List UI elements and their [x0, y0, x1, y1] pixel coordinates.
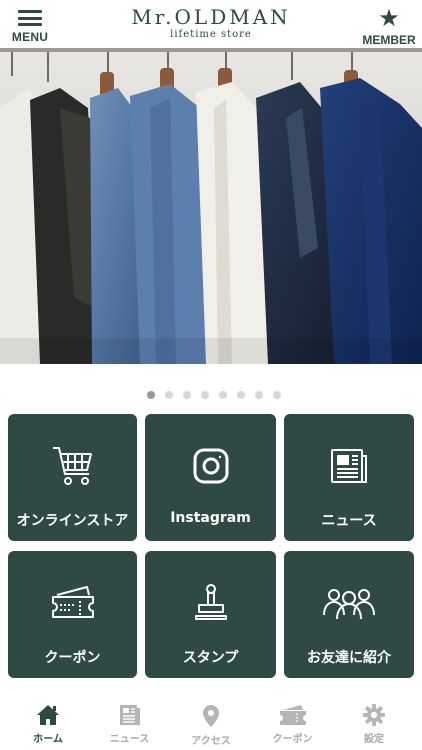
- tile-instagram[interactable]: Instagram: [145, 414, 276, 541]
- stamp-icon: [193, 581, 229, 625]
- carousel-dot[interactable]: [183, 391, 191, 399]
- hero-carousel-image[interactable]: [0, 48, 422, 364]
- tab-coupon[interactable]: クーポン: [253, 697, 333, 750]
- news-icon: [119, 705, 140, 725]
- tile-label: Instagram: [170, 510, 251, 526]
- member-button[interactable]: ★ MEMBER: [362, 6, 416, 47]
- tab-label: ホーム: [33, 734, 63, 745]
- carousel-dot[interactable]: [201, 391, 209, 399]
- tile-news[interactable]: ニュース: [284, 414, 414, 541]
- cart-icon: [51, 444, 95, 488]
- tab-label: アクセス: [191, 736, 231, 747]
- tab-news[interactable]: ニュース: [90, 697, 170, 750]
- carousel-dot[interactable]: [147, 391, 155, 399]
- tab-label: 設定: [364, 734, 384, 745]
- app-header: MENU Mr.OLDMAN lifetime store ★ MEMBER: [0, 0, 422, 48]
- coupon-icon: [279, 705, 306, 725]
- carousel-dot[interactable]: [255, 391, 263, 399]
- carousel-indicator[interactable]: [0, 391, 422, 399]
- tile-label: ニュース: [321, 513, 377, 529]
- tab-access[interactable]: アクセス: [171, 697, 251, 750]
- carousel-dot[interactable]: [273, 391, 281, 399]
- menu-tile-grid: オンラインストア Instagram ニュース クーポン スタンプ お友達に紹介: [8, 414, 414, 678]
- friends-icon: [322, 581, 376, 625]
- tile-label: クーポン: [44, 650, 101, 666]
- tab-label: ニュース: [109, 734, 150, 745]
- carousel-dot[interactable]: [219, 391, 227, 399]
- tile-invite-friends[interactable]: お友達に紹介: [284, 551, 414, 678]
- ticket-icon: [51, 581, 95, 625]
- carousel-dot[interactable]: [237, 391, 245, 399]
- tab-label: クーポン: [272, 734, 313, 745]
- newspaper-icon: [330, 444, 368, 488]
- brand-logo: Mr.OLDMAN lifetime store: [0, 6, 422, 40]
- tile-coupon[interactable]: クーポン: [8, 551, 137, 678]
- star-icon: ★: [378, 4, 400, 32]
- tile-online-store[interactable]: オンラインストア: [8, 414, 137, 541]
- location-icon: [203, 705, 219, 727]
- gear-icon: [363, 704, 385, 726]
- bottom-tab-bar: ホーム ニュース アクセス クーポン 設定: [0, 697, 422, 750]
- hanging-shirts-image: [0, 48, 422, 364]
- home-icon: [37, 705, 59, 725]
- brand-name: Mr.OLDMAN: [131, 5, 291, 29]
- instagram-icon: [193, 444, 229, 488]
- brand-tagline: lifetime store: [170, 29, 252, 40]
- tab-home[interactable]: ホーム: [8, 697, 88, 750]
- tile-label: スタンプ: [182, 650, 239, 666]
- member-label: MEMBER: [362, 33, 416, 47]
- tile-label: オンラインストア: [16, 513, 129, 529]
- carousel-dot[interactable]: [165, 391, 173, 399]
- tile-label: お友達に紹介: [307, 650, 391, 666]
- tab-settings[interactable]: 設定: [334, 697, 414, 750]
- tile-stamp[interactable]: スタンプ: [145, 551, 276, 678]
